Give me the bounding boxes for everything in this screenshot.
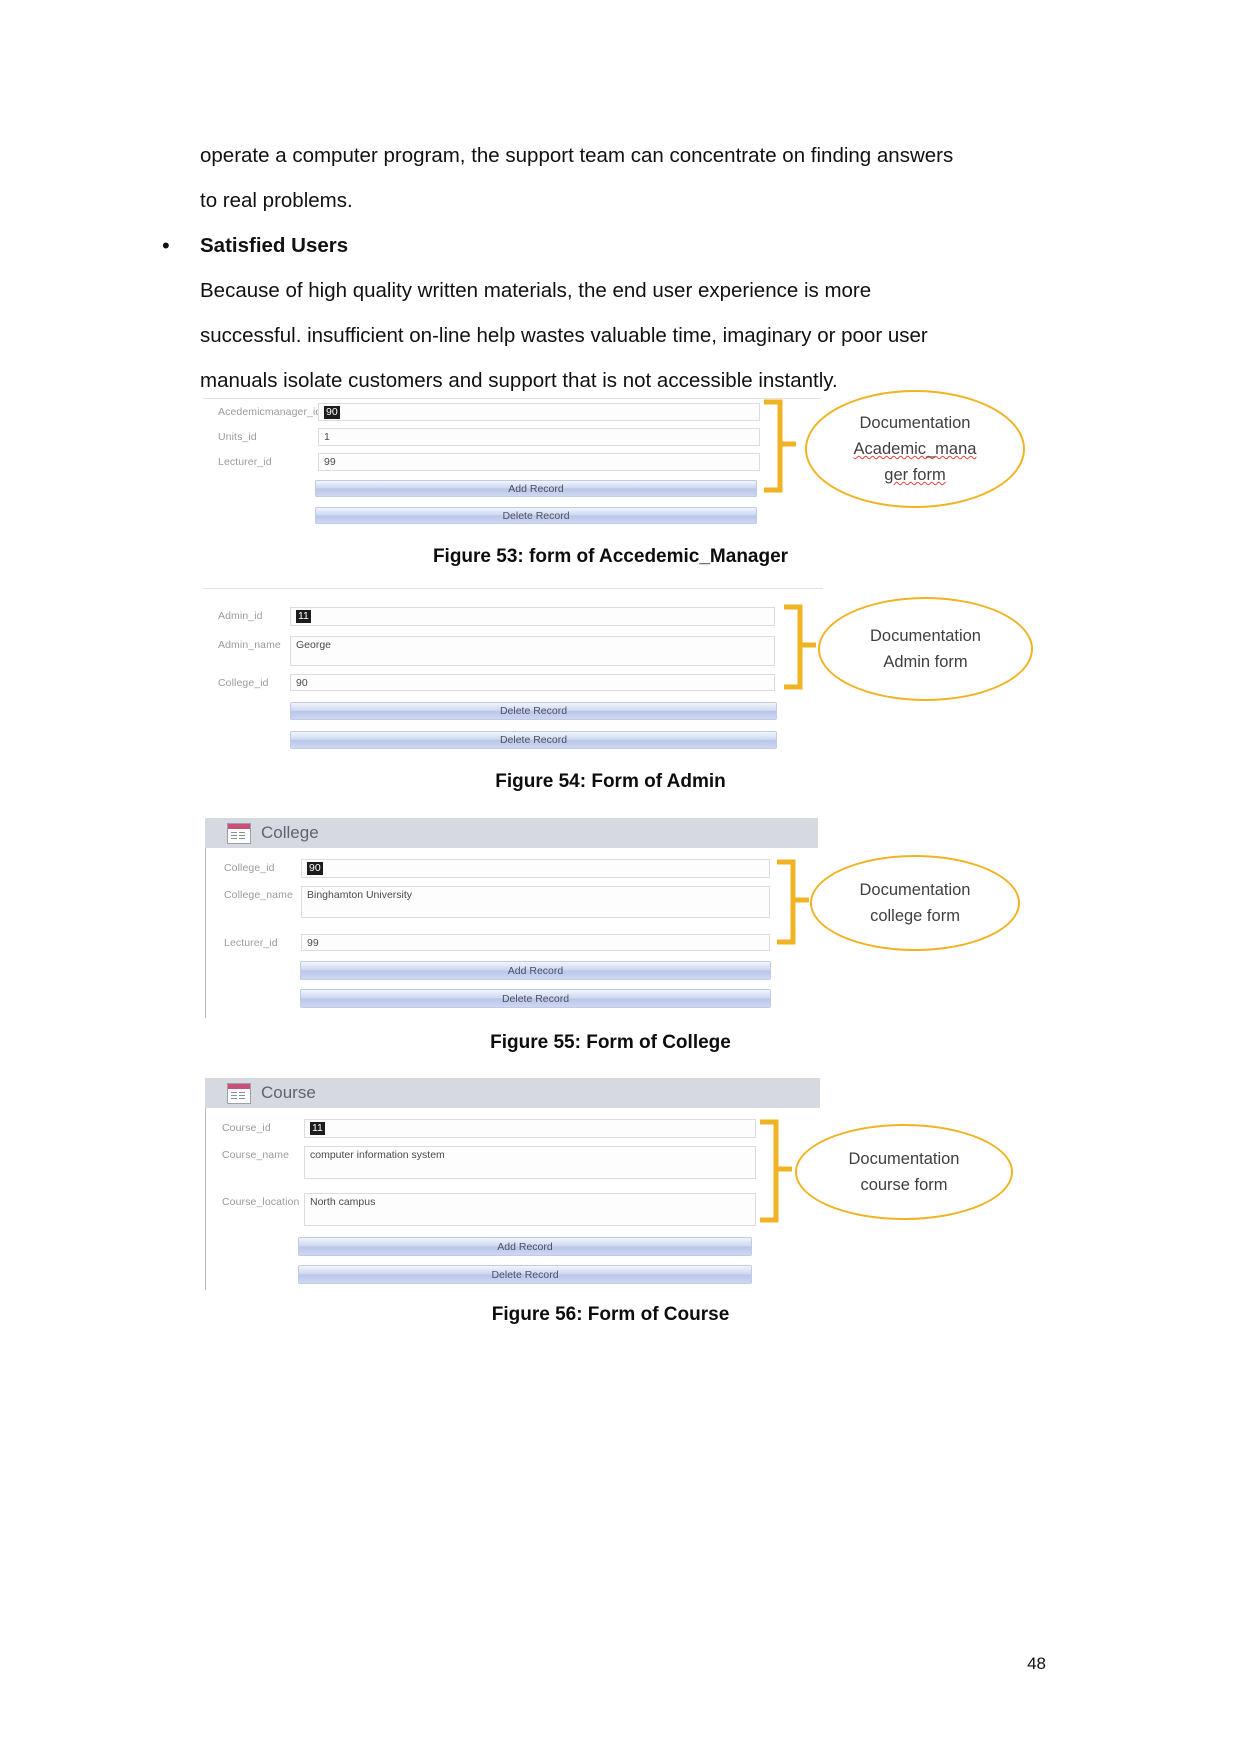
annotation-oval: Documentation Admin form [818, 597, 1033, 701]
field-label: Admin_id [218, 610, 263, 622]
annotation-oval: Documentation Academic_mana ger form [805, 390, 1025, 508]
delete-record-button[interactable]: Delete Record [298, 1265, 752, 1284]
bullet-dot-icon: • [162, 233, 170, 258]
annotation-line: course form [860, 1176, 948, 1194]
add-record-button[interactable]: Add Record [300, 961, 771, 980]
field-input[interactable]: 90 [318, 403, 760, 421]
annotation-line: Documentation [859, 414, 971, 432]
annotation-line: Documentation [870, 627, 981, 645]
delete-record-button[interactable]: Delete Record [300, 989, 771, 1008]
field-input[interactable]: 90 [290, 674, 775, 691]
annotation-line: ger form [884, 462, 945, 488]
field-input[interactable]: 11 [304, 1119, 756, 1138]
form-field-row: Units_id 1 [218, 428, 760, 446]
form-top-rule [203, 588, 823, 589]
form-field-row: Lecturer_id 99 [224, 934, 770, 951]
field-value-selected: 11 [310, 1122, 325, 1135]
add-record-button[interactable]: Add Record [298, 1237, 752, 1256]
form-window-title: College [261, 823, 319, 842]
paragraph-line: Because of high quality written material… [200, 279, 872, 302]
form-window-icon [227, 1082, 251, 1104]
add-record-button[interactable]: Add Record [315, 480, 757, 497]
form-field-row: Admin_name George [218, 636, 775, 666]
bullet-heading: Satisfied Users [200, 234, 349, 257]
field-value-selected: 90 [324, 406, 340, 419]
annotation-line: college form [870, 907, 960, 925]
delete-record-button[interactable]: Delete Record [290, 702, 777, 720]
form-top-rule [203, 398, 821, 399]
paragraph-line: operate a computer program, the support … [200, 144, 954, 167]
form-field-row: Acedemicmanager_id 90 [218, 403, 760, 421]
form-field-row: College_id 90 [224, 859, 770, 878]
field-input[interactable]: 99 [318, 453, 760, 471]
form-window-icon [227, 822, 251, 844]
form-titlebar: Course [205, 1078, 820, 1108]
field-label: Units_id [218, 431, 257, 443]
field-input[interactable]: 1 [318, 428, 760, 446]
field-input[interactable]: computer information system [304, 1146, 756, 1179]
document-page: operate a computer program, the support … [0, 0, 1241, 1754]
field-input[interactable]: North campus [304, 1193, 756, 1226]
form-field-row: College_name Binghamton University [224, 886, 770, 918]
body-text-block: operate a computer program, the support … [162, 133, 990, 403]
field-value-selected: 90 [307, 862, 323, 875]
figure-caption: Figure 53: form of Accedemic_Manager [432, 546, 789, 567]
field-label: Admin_name [218, 639, 281, 651]
field-input[interactable]: 99 [301, 934, 770, 951]
bullet-item: • Satisfied Users [162, 223, 990, 268]
field-input[interactable]: 90 [301, 859, 770, 878]
annotation-oval: Documentation college form [810, 855, 1020, 951]
annotation-oval: Documentation course form [795, 1124, 1013, 1220]
form-field-row: Course_name computer information system [222, 1146, 756, 1179]
form-field-row: Course_location North campus [222, 1193, 756, 1226]
form-field-row: Lecturer_id 99 [218, 453, 760, 471]
field-input[interactable]: Binghamton University [301, 886, 770, 918]
form-left-rule [205, 848, 206, 1018]
field-label: Lecturer_id [224, 937, 278, 949]
form-field-row: Admin_id 11 [218, 607, 775, 626]
annotation-line: Documentation [848, 1150, 960, 1168]
field-label: College_id [218, 677, 269, 689]
annotation-line: Admin form [883, 653, 968, 671]
form-window-title: Course [261, 1083, 316, 1102]
delete-record-button[interactable]: Delete Record [290, 731, 777, 749]
paragraph-line: to real problems. [200, 189, 353, 212]
page-number: 48 [1027, 1654, 1046, 1673]
field-input[interactable]: 11 [290, 607, 775, 626]
form-field-row: College_id 90 [218, 674, 775, 691]
figure-caption: Figure 56: Form of Course [491, 1304, 730, 1325]
annotation-line: Academic_mana [853, 440, 977, 458]
field-label: College_id [224, 862, 275, 874]
figure-caption: Figure 55: Form of College [490, 1032, 731, 1053]
form-left-rule [205, 1108, 206, 1290]
form-titlebar: College [205, 818, 818, 848]
field-value-selected: 11 [296, 610, 311, 623]
field-label: Course_id [222, 1122, 271, 1134]
field-label: Acedemicmanager_id [218, 406, 322, 418]
form-field-row: Course_id 11 [222, 1119, 756, 1138]
field-input[interactable]: George [290, 636, 775, 666]
field-label: Course_location [222, 1196, 300, 1208]
field-label: Course_name [222, 1149, 290, 1161]
annotation-line-text: ger form [884, 466, 946, 484]
field-label: College_name [224, 889, 293, 901]
delete-record-button[interactable]: Delete Record [315, 507, 757, 524]
field-label: Lecturer_id [218, 456, 272, 468]
figure-caption: Figure 54: Form of Admin [495, 771, 726, 792]
annotation-line: Documentation [859, 881, 971, 899]
paragraph-line: successful. insufficient on-line help wa… [200, 324, 928, 347]
